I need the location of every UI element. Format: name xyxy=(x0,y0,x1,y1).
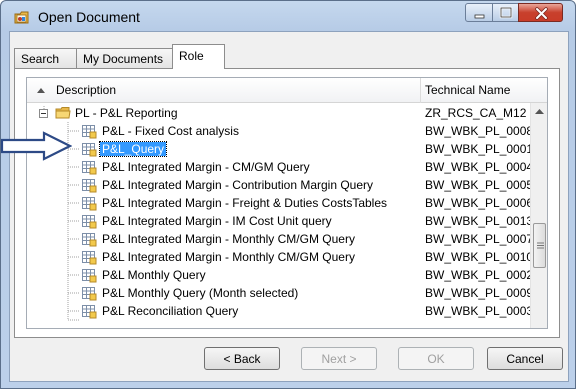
tree-item-technical-name: BW_WBK_PL_0007 xyxy=(425,232,534,246)
close-icon xyxy=(535,7,548,20)
tree-item-row[interactable]: P&L Integrated Margin - Freight & Duties… xyxy=(27,194,547,212)
open-document-icon xyxy=(14,11,29,24)
column-divider[interactable] xyxy=(420,78,421,103)
tree-item-row[interactable]: P&L Reconciliation Query BW_WBK_PL_0003 xyxy=(27,302,547,320)
tab-role-label: Role xyxy=(179,49,204,63)
tab-my-documents-label: My Documents xyxy=(83,52,164,66)
tree-item-row[interactable]: P&L Integrated Margin - Monthly CM/GM Qu… xyxy=(27,248,547,266)
column-header-technical-name[interactable]: Technical Name xyxy=(425,83,510,97)
right-arrow-icon xyxy=(0,131,72,161)
tree-item-technical-name: BW_WBK_PL_0009 xyxy=(425,286,534,300)
list-header: Description Technical Name xyxy=(27,78,547,103)
back-button[interactable]: < Back xyxy=(204,347,280,370)
tree-item-label[interactable]: P&L Monthly Query (Month selected) xyxy=(102,286,298,300)
tree-item-row[interactable]: P&L Monthly Query (Month selected) BW_WBK… xyxy=(27,284,547,302)
tree-item-label[interactable]: P&L Integrated Margin - Monthly CM/GM Qu… xyxy=(102,232,355,246)
maximize-icon xyxy=(499,6,513,19)
tree-item-label[interactable]: P&L Integrated Margin - CM/GM Query xyxy=(102,160,310,174)
minimize-icon xyxy=(474,14,485,19)
folder-open-icon xyxy=(55,107,71,119)
tab-search[interactable]: Search xyxy=(14,48,77,69)
tab-my-documents[interactable]: My Documents xyxy=(76,48,173,69)
sort-ascending-icon[interactable] xyxy=(37,87,45,93)
workbook-icon xyxy=(82,125,97,139)
tree-item-row[interactable]: P&L Integrated Margin - CM/GM Query BW_WB… xyxy=(27,158,547,176)
tab-role[interactable]: Role xyxy=(172,44,225,69)
tree-item-technical-name: BW_WBK_PL_0002 xyxy=(425,268,534,282)
next-button[interactable]: Next > xyxy=(301,347,377,370)
tree-item-label[interactable]: P&L Integrated Margin - Freight & Duties… xyxy=(102,196,387,210)
tree-item-label[interactable]: P&L - Fixed Cost analysis xyxy=(102,124,239,138)
tree-item-row[interactable]: P&L Integrated Margin - Contribution Mar… xyxy=(27,176,547,194)
tree-item-label[interactable]: P&L_Query xyxy=(98,141,168,157)
tree-item-technical-name: BW_WBK_PL_0010 xyxy=(425,250,534,264)
grip-icon xyxy=(537,242,544,249)
scrollbar-thumb[interactable] xyxy=(533,223,546,268)
workbook-icon xyxy=(82,287,97,301)
cancel-button[interactable]: Cancel xyxy=(487,347,563,370)
scroll-up-arrow-icon[interactable] xyxy=(535,109,544,115)
workbook-icon xyxy=(82,215,97,229)
folder-technical-name: ZR_RCS_CA_M12 xyxy=(425,106,527,120)
close-button[interactable] xyxy=(518,3,563,22)
workbook-icon xyxy=(82,161,97,175)
tree-item-technical-name: BW_WBK_PL_0006 xyxy=(425,196,534,210)
tree-item-row[interactable]: P&L Integrated Margin - Monthly CM/GM Qu… xyxy=(27,230,547,248)
collapse-minus-icon[interactable] xyxy=(39,109,48,118)
tree-item-technical-name: BW_WBK_PL_0003 xyxy=(425,304,534,318)
vertical-scrollbar[interactable] xyxy=(530,103,547,328)
tree-item-technical-name: BW_WBK_PL_0013 xyxy=(425,214,534,228)
column-header-description[interactable]: Description xyxy=(56,83,116,97)
workbook-icon xyxy=(82,251,97,265)
tree-item-row[interactable]: P&L Integrated Margin - IM Cost Unit que… xyxy=(27,212,547,230)
tab-search-label: Search xyxy=(21,52,60,66)
tree-item-technical-name: BW_WBK_PL_0005 xyxy=(425,178,534,192)
tree-item-technical-name: BW_WBK_PL_0001 xyxy=(425,142,534,156)
tree-item-row[interactable]: P&L Monthly Query BW_WBK_PL_0002 xyxy=(27,266,547,284)
window-title: Open Document xyxy=(38,9,140,25)
tree-item-label[interactable]: P&L Integrated Margin - Contribution Mar… xyxy=(102,178,373,192)
workbook-icon xyxy=(82,179,97,193)
tree-item-row[interactable]: P&L_Query BW_WBK_PL_0001 xyxy=(27,140,547,158)
folder-label[interactable]: PL - P&L Reporting xyxy=(75,106,178,120)
workbook-icon xyxy=(82,197,97,211)
document-tree-list[interactable]: Description Technical Name PL - P&L Repo… xyxy=(26,77,548,329)
tree-item-technical-name: BW_WBK_PL_0008 xyxy=(425,124,534,138)
tree-item-label[interactable]: P&L Reconciliation Query xyxy=(102,304,238,318)
workbook-icon xyxy=(82,143,97,157)
workbook-icon xyxy=(82,269,97,283)
tree-item-label[interactable]: P&L Monthly Query xyxy=(102,268,206,282)
tree-item-technical-name: BW_WBK_PL_0004 xyxy=(425,160,534,174)
workbook-icon xyxy=(82,305,97,319)
title-bar[interactable]: Open Document xyxy=(1,1,575,31)
tree-item-label[interactable]: P&L Integrated Margin - Monthly CM/GM Qu… xyxy=(102,250,355,264)
workbook-icon xyxy=(82,233,97,247)
tree-item-row[interactable]: P&L - Fixed Cost analysis BW_WBK_PL_0008 xyxy=(27,122,547,140)
maximize-button[interactable] xyxy=(492,3,519,22)
tree-item-label[interactable]: P&L Integrated Margin - IM Cost Unit que… xyxy=(102,214,332,228)
ok-button[interactable]: OK xyxy=(398,347,474,370)
minimize-button[interactable] xyxy=(465,3,493,22)
tree-folder-row[interactable]: PL - P&L Reporting ZR_RCS_CA_M12 xyxy=(27,104,547,122)
